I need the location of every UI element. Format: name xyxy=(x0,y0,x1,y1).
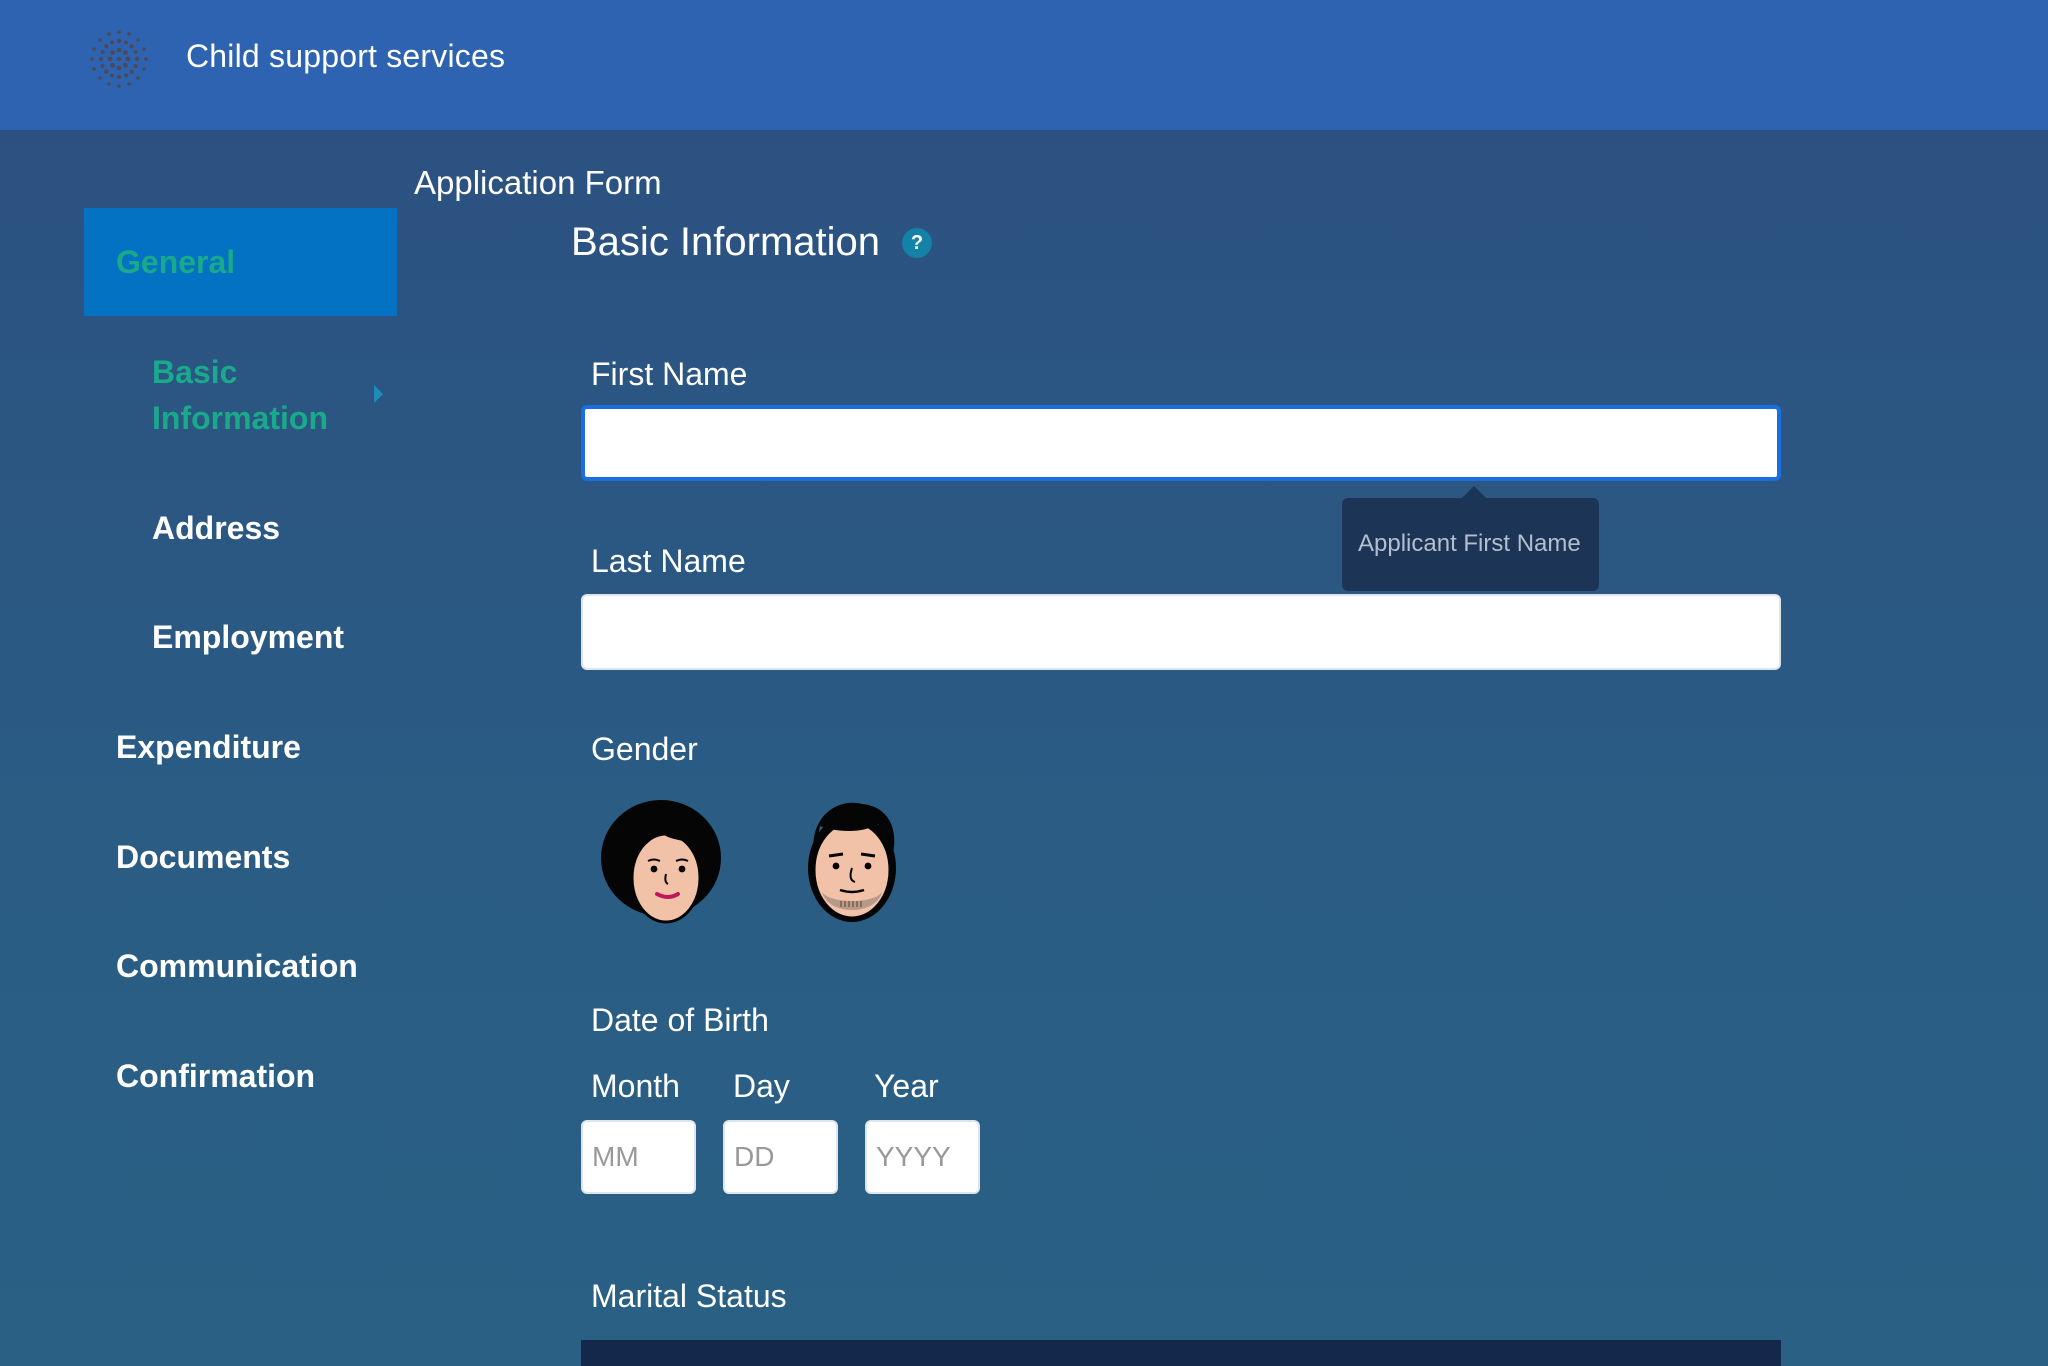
marital-status-label: Marital Status xyxy=(591,1278,787,1314)
marital-status-select[interactable] xyxy=(581,1340,1781,1366)
dob-month-label: Month xyxy=(591,1068,680,1104)
dob-month-input[interactable] xyxy=(581,1120,696,1194)
caret-right-icon xyxy=(374,385,383,403)
male-avatar-icon[interactable] xyxy=(800,796,904,926)
nav-item-communication[interactable]: Communication xyxy=(116,948,358,985)
dotted-circle-logo xyxy=(90,30,148,88)
female-avatar-icon[interactable] xyxy=(598,800,724,926)
dob-day-input[interactable] xyxy=(723,1120,838,1194)
dob-day-label: Day xyxy=(733,1068,790,1104)
nav-item-address[interactable]: Address xyxy=(152,510,280,547)
top-bar: Child support services xyxy=(0,0,2048,130)
first-name-label: First Name xyxy=(591,356,748,392)
nav-item-general[interactable]: General xyxy=(84,208,397,316)
dob-year-label: Year xyxy=(874,1068,939,1104)
last-name-input[interactable] xyxy=(581,594,1781,670)
dob-year-input[interactable] xyxy=(865,1120,980,1194)
section-title: Basic Information xyxy=(571,220,881,264)
last-name-label: Last Name xyxy=(591,543,746,579)
first-name-tooltip: Applicant First Name xyxy=(1342,486,1599,591)
nav-item-documents[interactable]: Documents xyxy=(116,839,290,876)
form-title: Application Form xyxy=(414,164,662,201)
nav-item-expenditure[interactable]: Expenditure xyxy=(116,729,301,766)
question-mark-icon[interactable]: ? xyxy=(902,228,932,258)
app-title: Child support services xyxy=(186,38,506,74)
nav-item-basic-information[interactable]: Basic Information xyxy=(152,349,352,441)
nav-item-label: General xyxy=(116,244,236,280)
dob-label: Date of Birth xyxy=(591,1002,769,1038)
tooltip-text: Applicant First Name xyxy=(1358,530,1581,557)
gender-label: Gender xyxy=(591,731,698,767)
first-name-input[interactable] xyxy=(581,405,1781,481)
nav-item-confirmation[interactable]: Confirmation xyxy=(116,1058,315,1095)
nav-item-employment[interactable]: Employment xyxy=(152,619,344,656)
